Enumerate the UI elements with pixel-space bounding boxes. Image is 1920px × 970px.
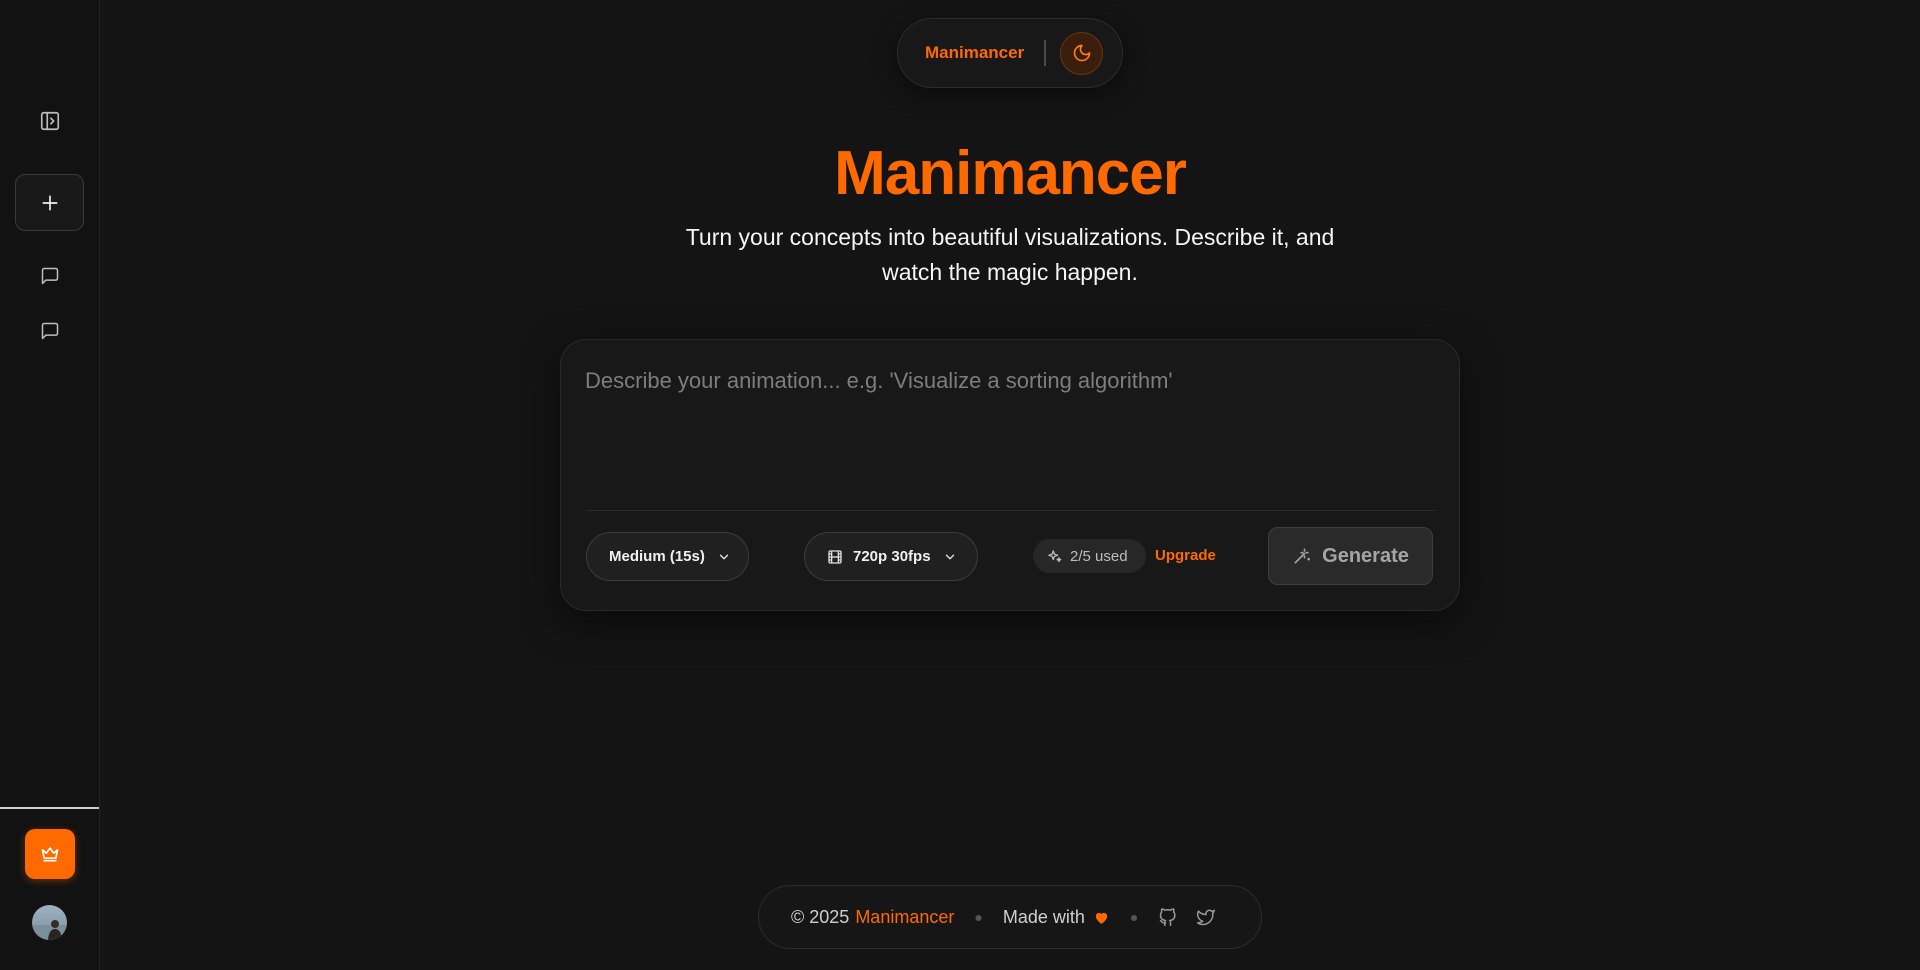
github-icon	[1160, 908, 1176, 927]
upgrade-link[interactable]: Upgrade	[1155, 547, 1216, 564]
film-icon	[827, 549, 843, 565]
composer-divider	[586, 510, 1436, 511]
footer-separator: ●	[1129, 909, 1139, 925]
top-divider	[1044, 40, 1047, 66]
page-subtitle: Turn your concepts into beautiful visual…	[685, 224, 1335, 285]
github-link[interactable]	[1158, 907, 1178, 927]
top-brand-pill: Manimancer	[897, 18, 1123, 88]
sparkles-icon	[1047, 549, 1062, 564]
generate-button[interactable]: Generate	[1268, 527, 1433, 585]
resolution-select[interactable]: 720p 30fps	[804, 532, 978, 581]
wand-icon	[1292, 546, 1312, 566]
upgrade-crown-button[interactable]	[25, 829, 75, 879]
chevron-down-icon	[717, 550, 731, 564]
generate-label: Generate	[1322, 544, 1409, 567]
duration-select[interactable]: Medium (15s)	[586, 532, 749, 581]
message-square-icon	[41, 267, 59, 285]
page-title: Manimancer	[834, 139, 1187, 208]
top-brand-label: Manimancer	[925, 43, 1025, 62]
footer-separator: ●	[974, 909, 983, 925]
message-square-icon	[41, 322, 59, 340]
resolution-label: 720p 30fps	[853, 548, 931, 565]
prompt-input[interactable]	[585, 368, 1435, 488]
toggle-sidebar-button[interactable]	[36, 107, 64, 135]
usage-label: 2/5 used	[1070, 547, 1128, 565]
heart-icon	[1093, 909, 1110, 926]
duration-label: Medium (15s)	[609, 548, 705, 565]
panel-right-icon	[40, 111, 60, 131]
avatar[interactable]	[32, 905, 67, 940]
twitter-link[interactable]	[1196, 907, 1216, 927]
sidebar-divider	[0, 807, 99, 809]
twitter-icon	[1197, 909, 1216, 926]
sidebar-item-chat-1[interactable]	[36, 262, 64, 290]
prompt-composer: Medium (15s) 720p 30fps 2/5 used Upgrade	[560, 339, 1460, 611]
footer-copyright: © 2025	[791, 906, 850, 927]
usage-badge: 2/5 used	[1033, 539, 1146, 573]
chevron-down-icon	[943, 550, 957, 564]
footer-brand: Manimancer	[855, 906, 955, 927]
theme-toggle-button[interactable]	[1060, 31, 1104, 75]
avatar-image	[32, 920, 67, 940]
footer: © 2025 Manimancer ● Made with ●	[758, 885, 1262, 949]
moon-icon	[1073, 44, 1091, 62]
crown-icon	[41, 847, 59, 862]
footer-made-with: Made with	[1002, 906, 1085, 927]
sidebar-item-chat-2[interactable]	[36, 317, 64, 345]
